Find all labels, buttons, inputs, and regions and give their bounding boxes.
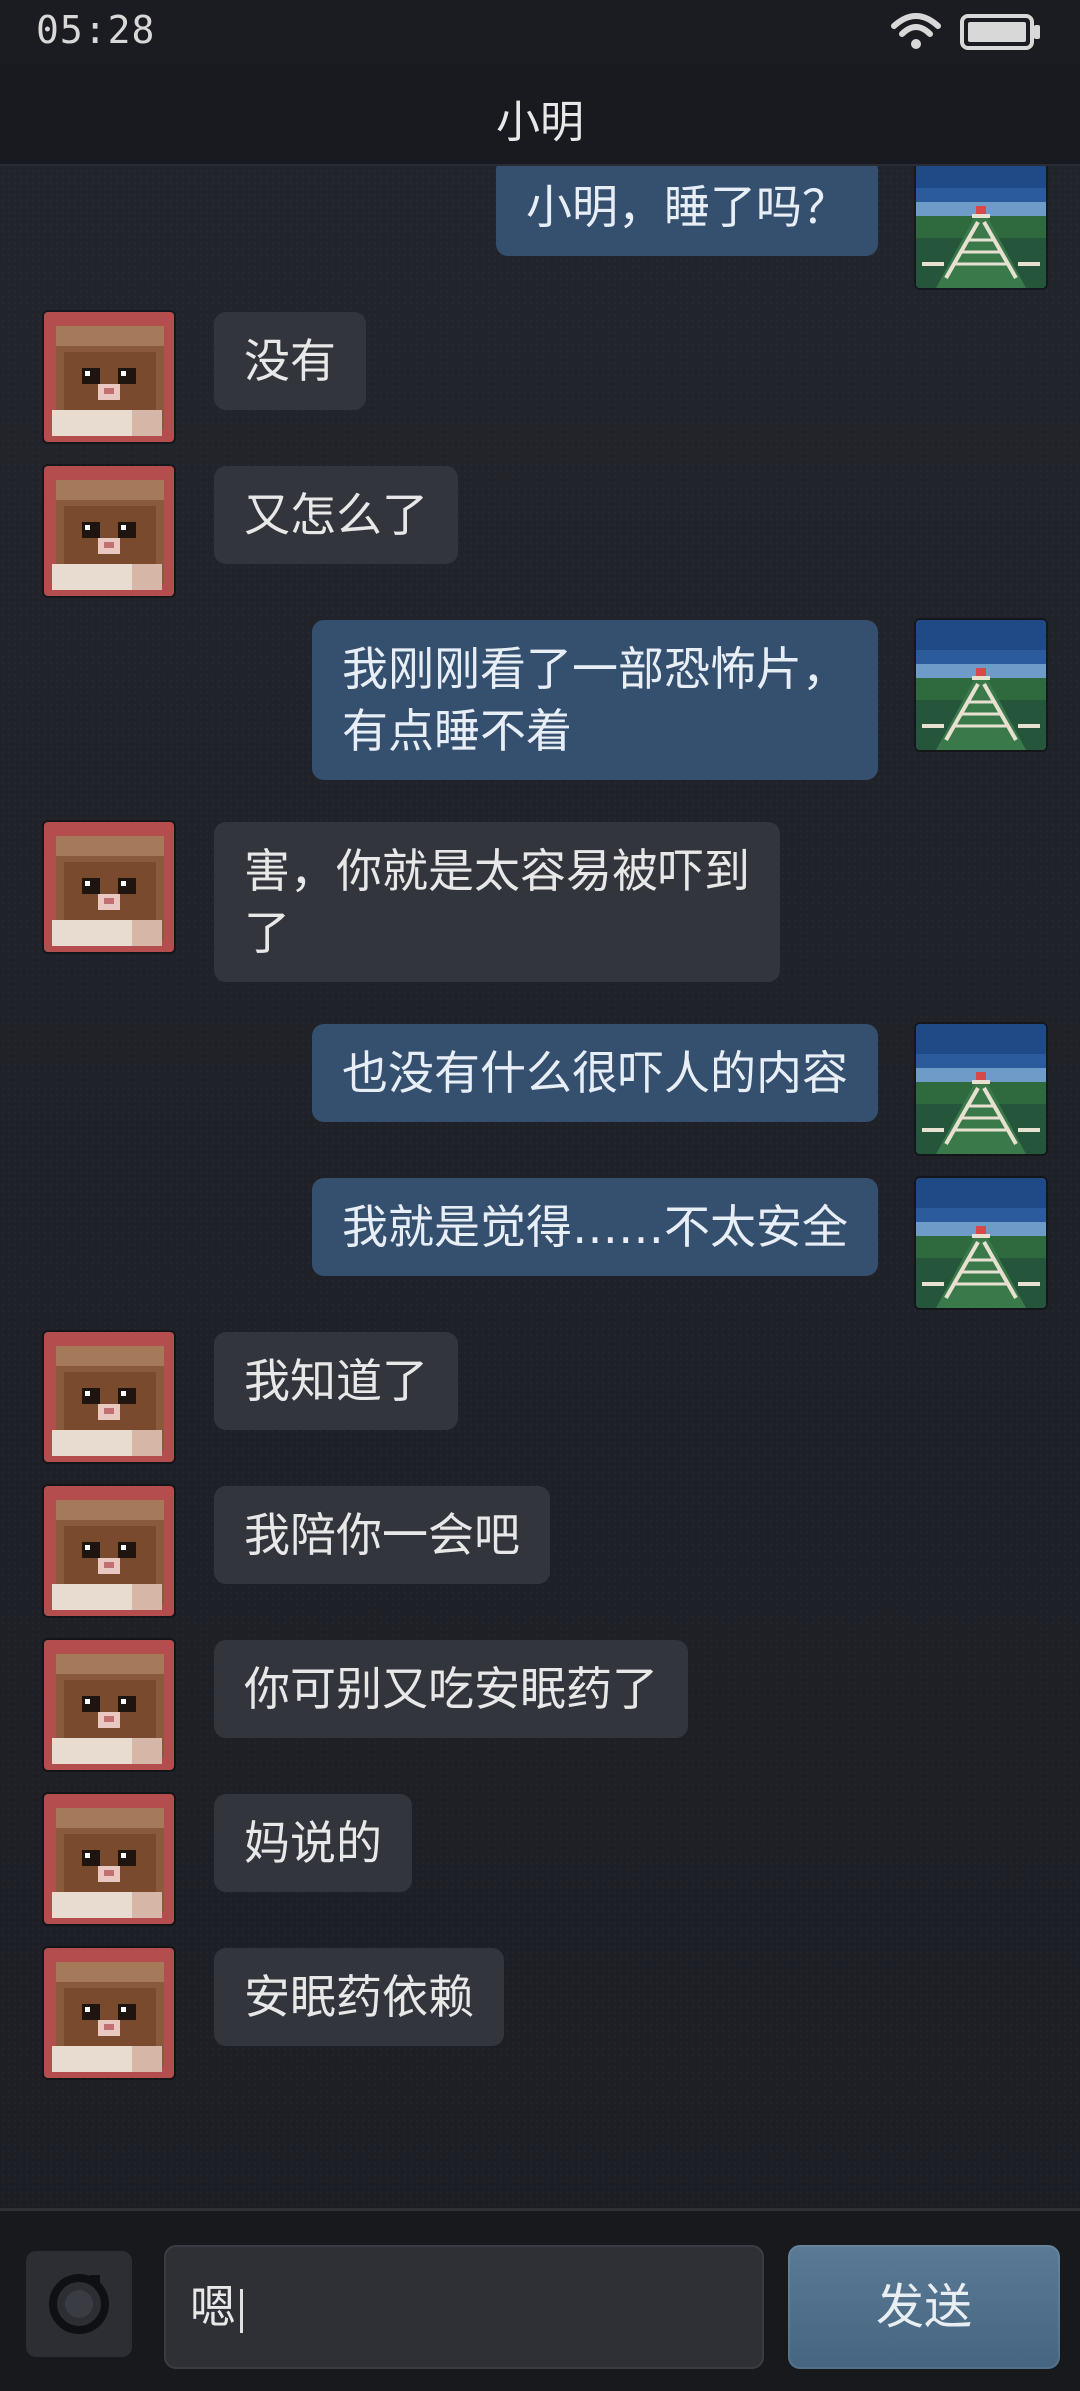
user-avatar[interactable] xyxy=(916,620,1046,750)
received-message-bubble[interactable]: 安眠药依赖 xyxy=(214,1948,504,2046)
user-avatar[interactable] xyxy=(916,166,1046,288)
camera-icon xyxy=(49,2274,109,2334)
message-list[interactable]: 小明，睡了吗？ 没有又怎么了我刚刚看了一部恐怖片， 有点睡不着害，你就是太容易被吓… xyxy=(0,166,1080,2206)
status-time: 05:28 xyxy=(36,8,156,52)
received-message-bubble[interactable]: 你可别又吃安眠药了 xyxy=(214,1640,688,1738)
camera-button[interactable] xyxy=(26,2251,132,2357)
message-row: 害，你就是太容易被吓到 了 xyxy=(0,822,1080,982)
input-text: 嗯 xyxy=(190,2280,243,2334)
received-message-bubble[interactable]: 我知道了 xyxy=(214,1332,458,1430)
received-message-bubble[interactable]: 害，你就是太容易被吓到 了 xyxy=(214,822,780,982)
message-row: 也没有什么很吓人的内容 xyxy=(0,1024,1080,1154)
send-button[interactable]: 发送 xyxy=(788,2245,1060,2369)
sent-message-bubble[interactable]: 我就是觉得……不太安全 xyxy=(312,1178,878,1276)
wifi-icon xyxy=(890,12,942,52)
message-row: 安眠药依赖 xyxy=(0,1948,1080,2078)
message-row: 我刚刚看了一部恐怖片， 有点睡不着 xyxy=(0,620,1080,780)
contact-avatar[interactable] xyxy=(44,1486,174,1616)
received-message-bubble[interactable]: 我陪你一会吧 xyxy=(214,1486,550,1584)
chat-title: 小明 xyxy=(496,97,584,148)
message-row: 你可别又吃安眠药了 xyxy=(0,1640,1080,1770)
message-row: 我就是觉得……不太安全 xyxy=(0,1178,1080,1308)
chat-header: 小明 xyxy=(0,64,1080,166)
contact-avatar[interactable] xyxy=(44,1794,174,1924)
sent-message-bubble[interactable]: 也没有什么很吓人的内容 xyxy=(312,1024,878,1122)
contact-avatar[interactable] xyxy=(44,1948,174,2078)
message-row: 妈说的 xyxy=(0,1794,1080,1924)
chat-screen: 05:28 小明 小明，睡了吗？ 没有又怎么了我刚刚看了一部恐怖片， 有点睡不着害… xyxy=(0,0,1080,2391)
message-row: 没有 xyxy=(0,312,1080,442)
input-bar: 嗯 发送 xyxy=(0,2208,1080,2391)
sent-message-bubble[interactable]: 小明，睡了吗？ xyxy=(496,166,878,256)
received-message-bubble[interactable]: 妈说的 xyxy=(214,1794,412,1892)
message-input[interactable]: 嗯 xyxy=(164,2245,764,2369)
contact-avatar[interactable] xyxy=(44,822,174,952)
contact-avatar[interactable] xyxy=(44,1332,174,1462)
message-row: 我知道了 xyxy=(0,1332,1080,1462)
status-bar: 05:28 xyxy=(0,0,1080,64)
sent-message-bubble[interactable]: 我刚刚看了一部恐怖片， 有点睡不着 xyxy=(312,620,878,780)
contact-avatar[interactable] xyxy=(44,312,174,442)
contact-avatar[interactable] xyxy=(44,466,174,596)
message-row: 又怎么了 xyxy=(0,466,1080,596)
user-avatar[interactable] xyxy=(916,1024,1046,1154)
message-row: 我陪你一会吧 xyxy=(0,1486,1080,1616)
message-row: 小明，睡了吗？ xyxy=(0,166,1080,288)
received-message-bubble[interactable]: 又怎么了 xyxy=(214,466,458,564)
contact-avatar[interactable] xyxy=(44,1640,174,1770)
received-message-bubble[interactable]: 没有 xyxy=(214,312,366,410)
battery-icon xyxy=(960,14,1042,50)
user-avatar[interactable] xyxy=(916,1178,1046,1308)
